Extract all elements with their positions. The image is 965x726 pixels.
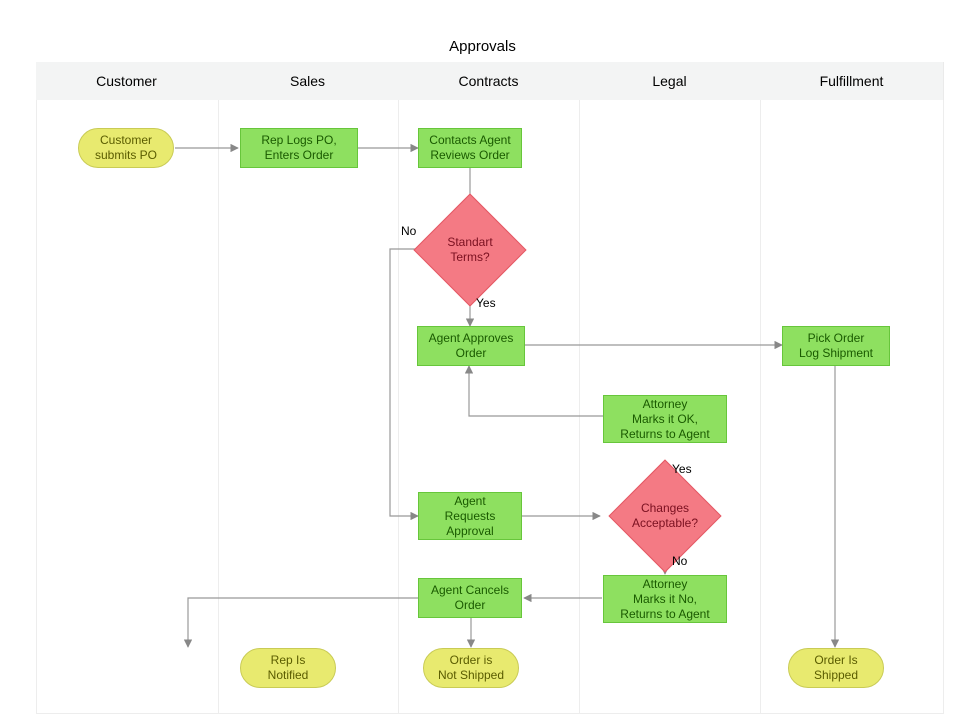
process-rep-logs-po: Rep Logs PO,Enters Order <box>240 128 358 168</box>
terminator-rep-notified: Rep IsNotified <box>240 648 336 688</box>
terminator-not-shipped: Order isNot Shipped <box>423 648 519 688</box>
process-pick-order: Pick OrderLog Shipment <box>782 326 890 366</box>
lane-header-legal: Legal <box>579 62 761 100</box>
lane-header-customer: Customer <box>36 62 218 100</box>
decision-changes-acceptable: ChangesAcceptable? <box>625 476 705 556</box>
terminator-shipped: Order IsShipped <box>788 648 884 688</box>
diagram-title: Approvals <box>0 38 965 55</box>
swimlane-diagram: Approvals Customer Sales Contracts Legal… <box>0 0 965 726</box>
lane-body-customer <box>36 100 219 714</box>
lane-body-sales <box>217 100 399 714</box>
lane-header-sales: Sales <box>217 62 399 100</box>
decision-standard-terms-label: Standart Terms? <box>436 235 504 265</box>
process-agent-approves: Agent ApprovesOrder <box>417 326 525 366</box>
process-contacts-agent-reviews: Contacts AgentReviews Order <box>418 128 522 168</box>
lane-header-contracts: Contracts <box>398 62 580 100</box>
edge-label-changes-no: No <box>672 554 687 568</box>
lane-header-fulfillment: Fulfillment <box>760 62 944 100</box>
decision-standard-terms: Standart Terms? <box>430 210 510 290</box>
edge-label-changes-yes: Yes <box>672 462 692 476</box>
edge-label-standard-terms-yes: Yes <box>476 296 496 310</box>
process-attorney-ok: AttorneyMarks it OK,Returns to Agent <box>603 395 727 443</box>
process-agent-cancels: Agent CancelsOrder <box>418 578 522 618</box>
lane-body-contracts <box>398 100 580 714</box>
decision-changes-acceptable-label: ChangesAcceptable? <box>631 501 699 531</box>
terminator-customer-submits-po: Customersubmits PO <box>78 128 174 168</box>
process-attorney-no: AttorneyMarks it No,Returns to Agent <box>603 575 727 623</box>
edge-label-standard-terms-no: No <box>401 224 416 238</box>
lane-body-fulfillment <box>760 100 944 714</box>
process-agent-requests-approval: AgentRequestsApproval <box>418 492 522 540</box>
